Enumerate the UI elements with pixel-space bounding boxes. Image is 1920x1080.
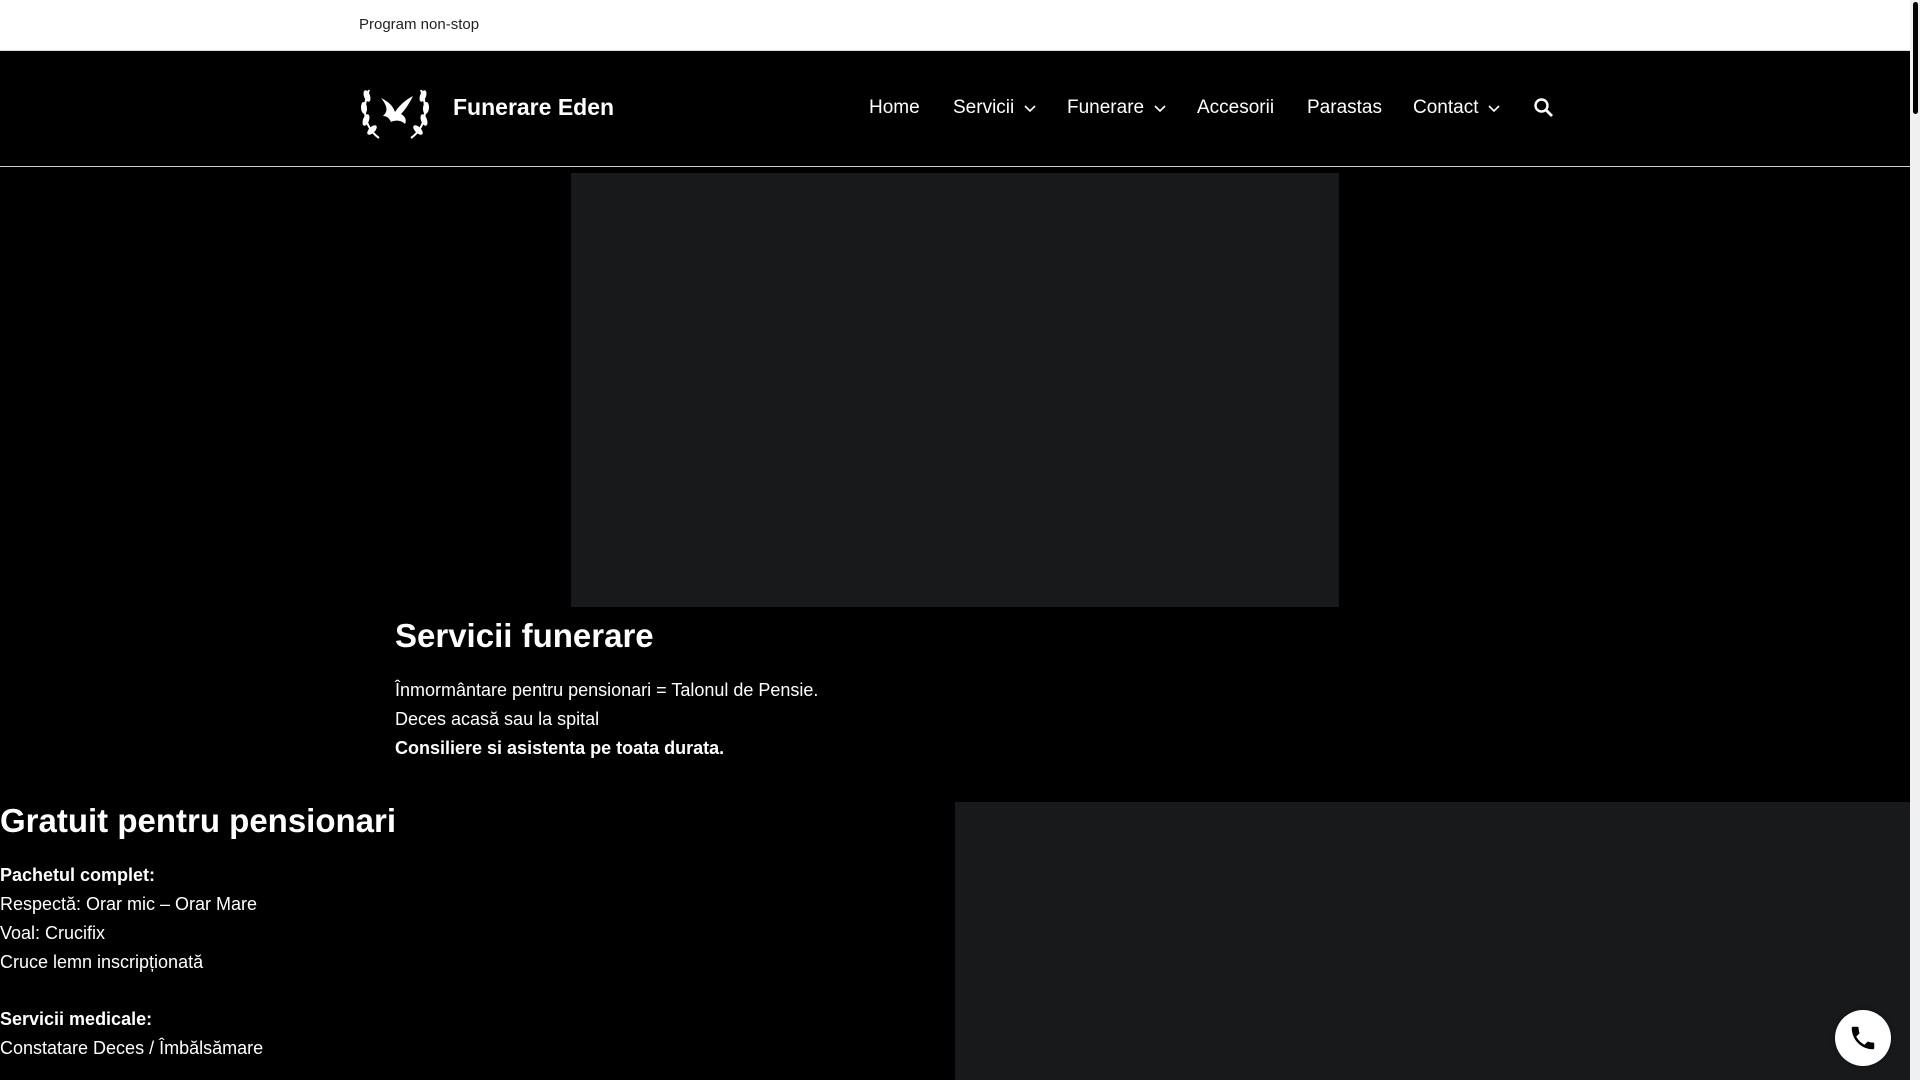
chevron-down-icon xyxy=(1024,105,1036,113)
nav-item-accesorii[interactable]: Accesorii xyxy=(1197,97,1274,119)
services-line: Deces acasă sau la spital xyxy=(395,709,600,729)
chevron-down-icon xyxy=(1488,105,1501,113)
nav-item-parastas[interactable]: Parastas xyxy=(1307,97,1382,119)
nav-item-contact[interactable]: Contact xyxy=(1413,97,1501,119)
services-title: Servicii funerare xyxy=(395,617,654,654)
call-button[interactable] xyxy=(1835,1010,1891,1066)
nav-item-label: Funerare xyxy=(1067,97,1145,118)
package-item: Cruce lemn inscripționată xyxy=(0,952,204,972)
nav-item-servicii[interactable]: Servicii xyxy=(953,97,1036,119)
scrollbar-track[interactable] xyxy=(1910,0,1920,1080)
hero-image xyxy=(571,173,1339,607)
nav-item-label: Servicii xyxy=(953,97,1015,118)
services-line: Înmormântare pentru pensionari = Talonul… xyxy=(395,680,819,700)
medical-heading: Servicii medicale: xyxy=(0,1009,153,1029)
phone-icon xyxy=(1851,1026,1875,1050)
site-header: Funerare Eden Home Servicii Funerare Acc… xyxy=(0,51,1910,167)
chevron-down-icon xyxy=(1154,105,1166,113)
package-item: Voal: Crucifix xyxy=(0,923,106,943)
schedule-text: Program non-stop xyxy=(359,16,480,33)
nav-item-label: Home xyxy=(869,97,920,118)
package-item: Respectă: Orar mic – Orar Mare xyxy=(0,894,258,914)
search-icon[interactable] xyxy=(1533,97,1555,119)
nav-item-funerare[interactable]: Funerare xyxy=(1067,97,1166,119)
package-heading: Pachetul complet: xyxy=(0,865,156,885)
services-line-bold: Consiliere si asistenta pe toata durata. xyxy=(395,738,725,758)
site-title[interactable]: Funerare Eden xyxy=(453,94,614,121)
dove-laurel-logo-icon[interactable] xyxy=(359,76,431,142)
nav-item-home[interactable]: Home xyxy=(869,97,920,119)
scrollbar-thumb[interactable] xyxy=(1913,2,1918,114)
nav-item-label: Contact xyxy=(1413,97,1479,118)
top-bar: Program non-stop xyxy=(0,0,1910,51)
pensioners-title: Gratuit pentru pensionari xyxy=(0,802,397,839)
pensioners-image xyxy=(955,802,1910,1080)
nav-item-label: Parastas xyxy=(1307,97,1382,118)
medical-item: Constatare Deces / Îmbălsămare xyxy=(0,1038,264,1058)
nav-item-label: Accesorii xyxy=(1197,97,1275,118)
